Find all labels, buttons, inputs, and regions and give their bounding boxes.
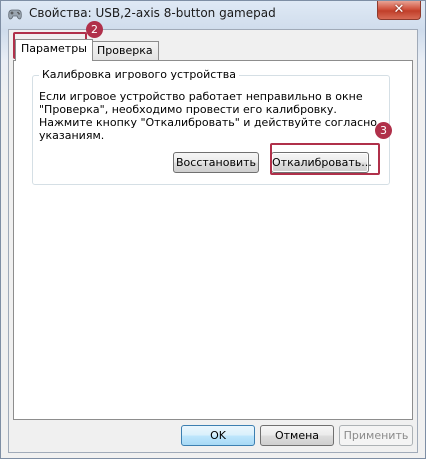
tab-label: Параметры	[21, 42, 87, 55]
dialog-body: Проверка Параметры Калибровка игрового у…	[8, 29, 418, 453]
calibration-groupbox: Калибровка игрового устройства Если игро…	[32, 68, 390, 185]
restore-button[interactable]: Восстановить	[173, 152, 259, 173]
tab-panel-parameters: Калибровка игрового устройства Если игро…	[13, 60, 413, 420]
close-button[interactable]: ✕	[377, 1, 421, 20]
cancel-button[interactable]: Отмена	[260, 425, 334, 446]
tab-label: Проверка	[97, 44, 153, 57]
calibrate-button[interactable]: Откалибровать...	[271, 152, 372, 173]
title-bar[interactable]: Свойства: USB,2-axis 8-button gamepad ✕	[1, 1, 425, 29]
properties-window: Свойства: USB,2-axis 8-button gamepad ✕ …	[0, 0, 426, 459]
step-badge-3: 3	[375, 122, 392, 139]
tab-check[interactable]: Проверка	[91, 41, 159, 61]
window-title: Свойства: USB,2-axis 8-button gamepad	[29, 6, 276, 20]
step-badge-2: 2	[86, 21, 103, 38]
groupbox-title: Калибровка игрового устройства	[39, 68, 239, 81]
tab-parameters[interactable]: Параметры	[15, 39, 93, 61]
close-icon: ✕	[393, 2, 405, 17]
apply-button[interactable]: Применить	[339, 425, 413, 446]
calibration-description: Если игровое устройство работает неправи…	[39, 90, 378, 142]
ok-button[interactable]: OK	[181, 425, 255, 446]
gamepad-icon	[8, 9, 22, 20]
